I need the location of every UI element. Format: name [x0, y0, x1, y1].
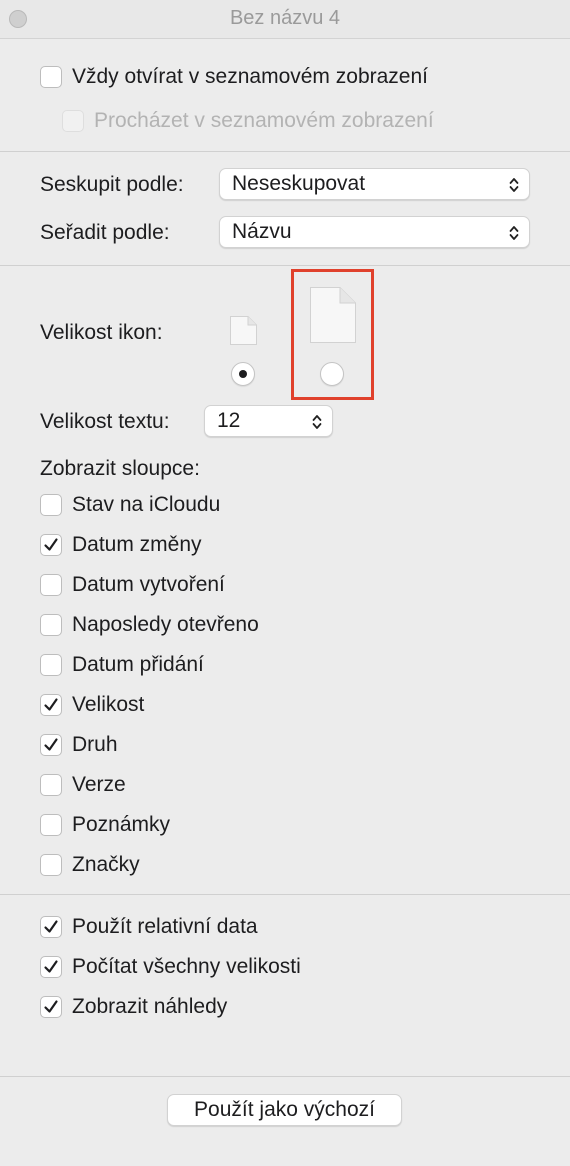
group-by-value: Neseskupovat: [232, 172, 366, 195]
column-checkbox[interactable]: [40, 694, 62, 716]
checkmark-icon: [44, 960, 58, 973]
column-checkbox[interactable]: [40, 534, 62, 556]
browse-list-option: Procházet v seznamovém zobrazení: [62, 109, 434, 133]
icon-size-small-radio[interactable]: [231, 362, 255, 386]
column-option[interactable]: Druh: [40, 733, 118, 757]
radio-selected-dot: [239, 370, 247, 378]
always-list-checkbox[interactable]: [40, 66, 62, 88]
browse-list-checkbox: [62, 110, 84, 132]
bottom-option-label: Zobrazit náhledy: [72, 995, 228, 1018]
updown-chevron-icon: [509, 226, 519, 240]
column-option[interactable]: Stav na iCloudu: [40, 493, 220, 517]
icon-size-large-radio[interactable]: [320, 362, 344, 386]
column-label: Poznámky: [72, 813, 171, 836]
always-list-label: Vždy otvírat v seznamovém zobrazení: [72, 65, 428, 88]
column-option[interactable]: Značky: [40, 853, 140, 877]
icon-size-label: Velikost ikon:: [40, 321, 163, 344]
column-label: Značky: [72, 853, 140, 876]
column-checkbox[interactable]: [40, 774, 62, 796]
bottom-option-label: Počítat všechny velikosti: [72, 955, 301, 978]
column-option[interactable]: Verze: [40, 773, 126, 797]
bottom-option-checkbox[interactable]: [40, 916, 62, 938]
bottom-option-checkbox[interactable]: [40, 956, 62, 978]
checkmark-icon: [44, 1000, 58, 1013]
column-option[interactable]: Datum přidání: [40, 653, 204, 677]
column-checkbox[interactable]: [40, 654, 62, 676]
use-as-default-button[interactable]: Použít jako výchozí: [167, 1094, 402, 1126]
column-checkbox[interactable]: [40, 614, 62, 636]
columns-label: Zobrazit sloupce:: [40, 457, 200, 480]
bottom-option[interactable]: Použít relativní data: [40, 915, 258, 939]
text-size-label: Velikost textu:: [40, 410, 170, 433]
group-by-row: Seskupit podle:: [40, 173, 184, 197]
bottom-option[interactable]: Zobrazit náhledy: [40, 995, 227, 1019]
column-option[interactable]: Datum vytvoření: [40, 573, 225, 597]
column-checkbox[interactable]: [40, 494, 62, 516]
updown-chevron-icon: [509, 178, 519, 192]
columns-heading: Zobrazit sloupce:: [40, 457, 200, 481]
text-size-value: 12: [217, 409, 241, 432]
divider: [0, 1076, 570, 1077]
checkmark-icon: [44, 538, 58, 551]
column-label: Datum vytvoření: [72, 573, 225, 596]
sort-by-select[interactable]: Názvu: [219, 216, 530, 248]
checkmark-icon: [44, 738, 58, 751]
sort-by-row: Seřadit podle:: [40, 221, 170, 245]
column-label: Verze: [72, 773, 126, 796]
column-label: Stav na iCloudu: [72, 493, 221, 516]
column-checkbox[interactable]: [40, 854, 62, 876]
sort-by-label: Seřadit podle:: [40, 221, 170, 244]
column-label: Datum změny: [72, 533, 202, 556]
column-checkbox[interactable]: [40, 734, 62, 756]
icon-size-row: Velikost ikon:: [40, 321, 163, 345]
column-option[interactable]: Naposledy otevřeno: [40, 613, 259, 637]
checkmark-icon: [44, 698, 58, 711]
window-title: Bez názvu 4: [229, 7, 341, 29]
column-option[interactable]: Velikost: [40, 693, 144, 717]
bottom-option-checkbox[interactable]: [40, 996, 62, 1018]
sort-by-value: Názvu: [232, 220, 292, 243]
column-checkbox[interactable]: [40, 574, 62, 596]
bottom-option-label: Použít relativní data: [72, 915, 258, 938]
column-option[interactable]: Poznámky: [40, 813, 170, 837]
divider: [0, 894, 570, 895]
group-by-label: Seskupit podle:: [40, 173, 184, 196]
title-bar: Bez názvu 4: [0, 0, 570, 39]
divider: [0, 151, 570, 152]
column-checkbox[interactable]: [40, 814, 62, 836]
column-option[interactable]: Datum změny: [40, 533, 202, 557]
text-size-select[interactable]: 12: [204, 405, 333, 437]
divider: [0, 265, 570, 266]
browse-list-label: Procházet v seznamovém zobrazení: [94, 109, 434, 132]
column-label: Naposledy otevřeno: [72, 613, 259, 636]
column-label: Druh: [72, 733, 118, 756]
checkmark-icon: [44, 920, 58, 933]
column-label: Velikost: [72, 693, 145, 716]
small-document-icon: [230, 316, 257, 345]
text-size-row: Velikost textu:: [40, 410, 170, 434]
always-list-option[interactable]: Vždy otvírat v seznamovém zobrazení: [40, 65, 428, 89]
column-label: Datum přidání: [72, 653, 204, 676]
group-by-select[interactable]: Neseskupovat: [219, 168, 530, 200]
updown-chevron-icon: [312, 415, 322, 429]
large-document-icon: [310, 287, 356, 343]
bottom-option[interactable]: Počítat všechny velikosti: [40, 955, 301, 979]
